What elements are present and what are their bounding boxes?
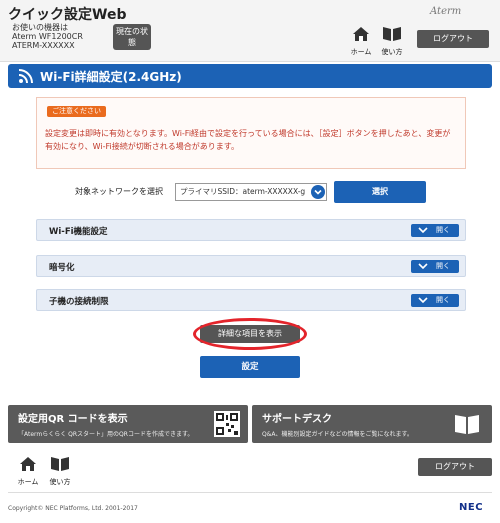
network-select-value: プライマリSSID：aterm-XXXXXX-g	[180, 187, 306, 196]
network-select-label: 対象ネットワークを選択	[75, 187, 163, 196]
highlight-ring	[193, 318, 307, 350]
support-card-title: サポートデスク	[262, 414, 332, 425]
qr-code-icon	[214, 411, 240, 437]
brand-logo: Aterm	[430, 6, 462, 17]
book-icon	[383, 27, 401, 41]
chevron-down-icon	[418, 263, 428, 270]
book-icon	[455, 415, 479, 434]
chevron-down-icon	[418, 227, 428, 234]
support-desk-card[interactable]: サポートデスク Q&A、機能別設定ガイドなどの情報をご覧になれます。	[252, 405, 492, 443]
expand-button[interactable]: 開く	[411, 294, 459, 307]
footer-divider	[8, 492, 492, 493]
footer-manual-label: 使い方	[49, 478, 71, 486]
section-encryption[interactable]: 暗号化 開く	[36, 255, 466, 277]
header: クイック設定Web お使いの機器は Aterm WF1200CR ATERM-X…	[0, 0, 500, 62]
manual-button[interactable]: 使い方	[378, 26, 406, 56]
footer-home-button[interactable]: ホーム	[14, 456, 42, 486]
home-icon	[353, 27, 369, 41]
page-title: Wi-Fi詳細設定(2.4GHz)	[40, 70, 182, 84]
notice-text: 設定変更は即時に有効となります。Wi-Fi経由で設定を行っている場合には、［設定…	[45, 129, 451, 151]
network-select[interactable]: プライマリSSID：aterm-XXXXXX-g	[175, 183, 327, 201]
copyright: Copyright© NEC Platforms, Ltd. 2001-2017	[8, 505, 138, 512]
chevron-down-icon	[311, 185, 325, 199]
notice-badge: ご注意ください	[47, 106, 106, 117]
current-status-button[interactable]: 現在の状態	[113, 24, 151, 50]
qr-card-title: 設定用QR コードを表示	[18, 414, 128, 425]
expand-label: 開く	[436, 226, 450, 234]
submit-button[interactable]: 設定	[200, 356, 300, 378]
page-title-bar: Wi-Fi詳細設定(2.4GHz)	[8, 64, 492, 88]
footer-home-label: ホーム	[17, 478, 39, 486]
section-label: Wi-Fi機能設定	[49, 227, 108, 237]
section-label: 暗号化	[49, 263, 75, 273]
home-button[interactable]: ホーム	[347, 26, 375, 56]
expand-label: 開く	[436, 262, 450, 270]
qr-code-card[interactable]: 設定用QR コードを表示 「Atermらくらく QRスタート」用のQRコードを作…	[8, 405, 248, 443]
wifi-icon	[18, 69, 33, 84]
qr-card-desc: 「Atermらくらく QRスタート」用のQRコードを作成できます。	[18, 431, 194, 438]
notice-box: ご注意ください 設定変更は即時に有効となります。Wi-Fi経由で設定を行っている…	[36, 97, 466, 169]
footer-manual-button[interactable]: 使い方	[46, 456, 74, 486]
expand-button[interactable]: 開く	[411, 224, 459, 237]
expand-button[interactable]: 開く	[411, 260, 459, 273]
home-icon	[20, 457, 36, 471]
expand-label: 開く	[436, 296, 450, 304]
model-ssid: ATERM-XXXXXX	[12, 41, 75, 50]
section-client-restriction[interactable]: 子機の接続制限 開く	[36, 289, 466, 311]
app-title: クイック設定Web	[8, 7, 127, 23]
select-button[interactable]: 選択	[334, 181, 426, 203]
book-icon	[51, 457, 69, 471]
manual-label: 使い方	[381, 48, 403, 56]
section-wifi-function[interactable]: Wi-Fi機能設定 開く	[36, 219, 466, 241]
footer-logout-button[interactable]: ログアウト	[418, 458, 492, 476]
nec-logo: NEC	[459, 502, 484, 513]
chevron-down-icon	[418, 297, 428, 304]
logout-button[interactable]: ログアウト	[417, 30, 489, 48]
home-label: ホーム	[350, 48, 372, 56]
section-label: 子機の接続制限	[49, 297, 109, 307]
support-card-desc: Q&A、機能別設定ガイドなどの情報をご覧になれます。	[262, 431, 413, 438]
